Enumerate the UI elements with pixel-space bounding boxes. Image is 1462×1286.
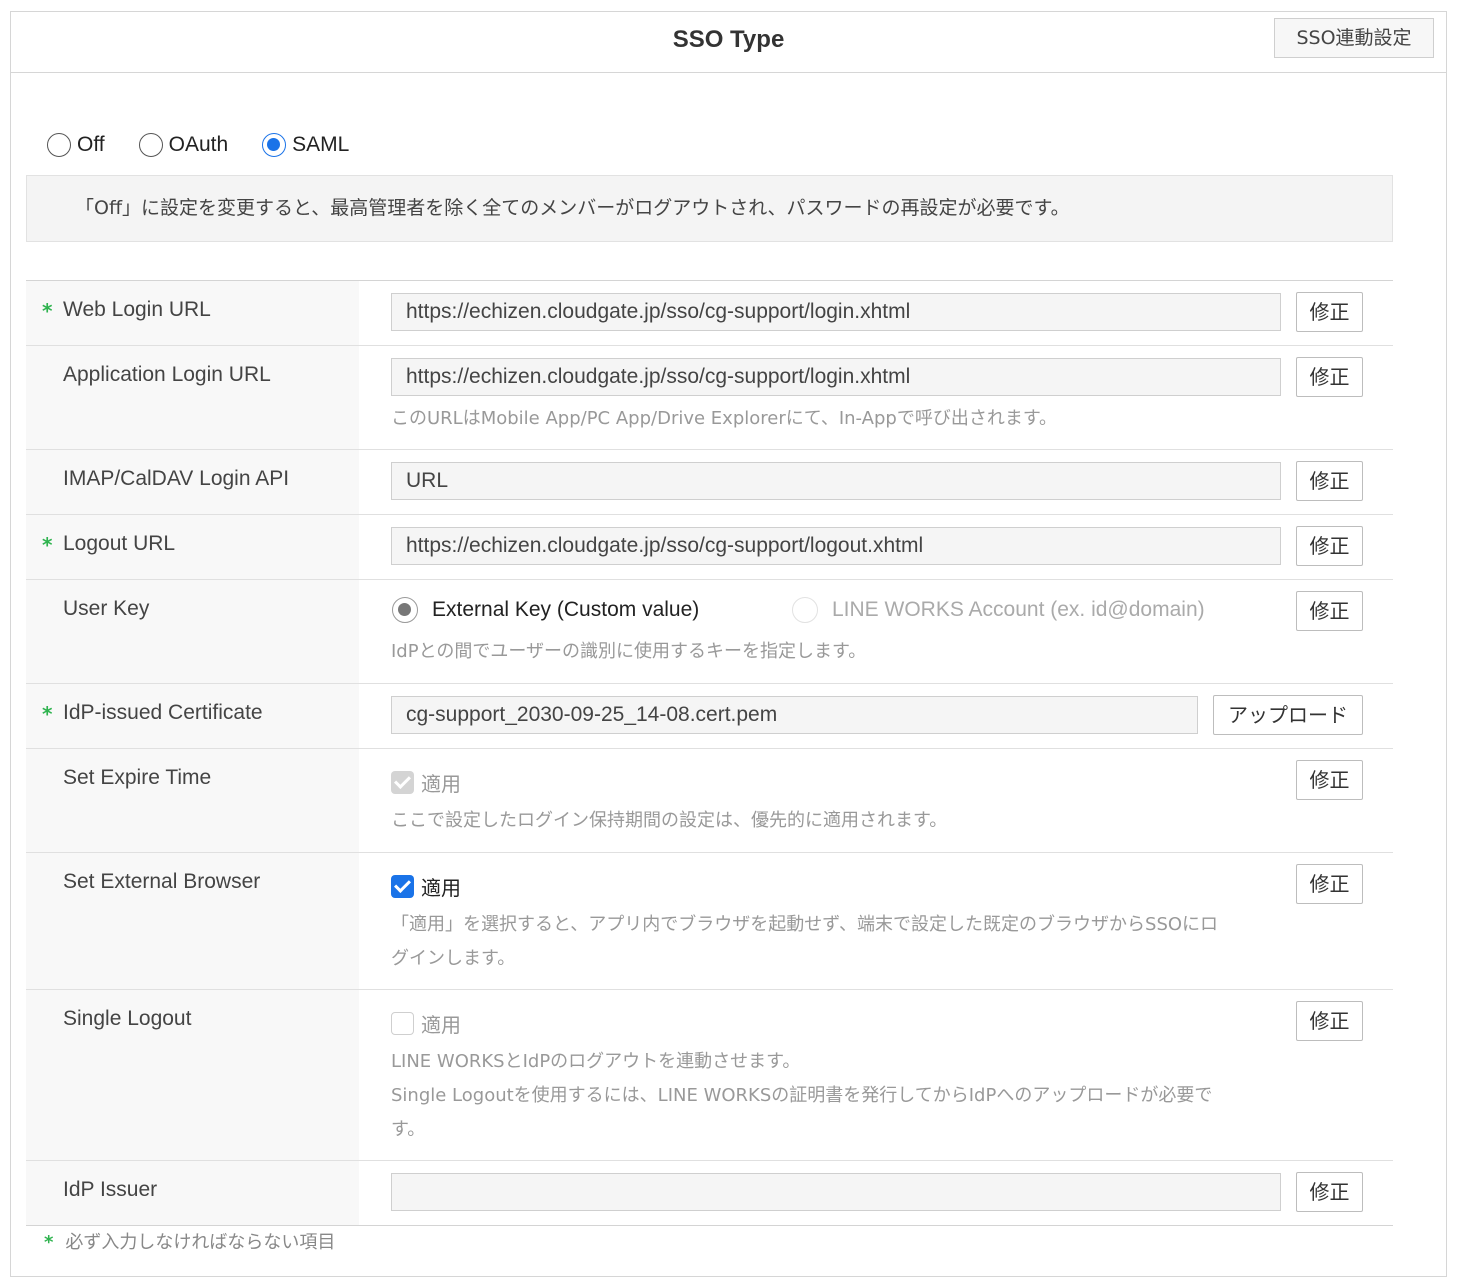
set-external-browser-check-label: 適用 [421, 876, 461, 900]
idp-certificate-label: IdP-issued Certificate [63, 701, 263, 724]
single-logout-label: Single Logout [63, 1007, 192, 1030]
saml-settings-form: * Web Login URL https://echizen.cloudgat… [26, 280, 1393, 1226]
user-key-external-label: External Key (Custom value) [432, 598, 700, 621]
sso-type-oauth-label: OAuth [168, 133, 229, 156]
single-logout-help-line2: Single Logoutを使用するには、LINE WORKSの証明書を発行して… [391, 1085, 1213, 1106]
row-single-logout: Single Logout 適用 修正 LINE WORKSとIdPのログアウト… [26, 990, 1393, 1161]
web-login-url-label: Web Login URL [63, 298, 211, 321]
certificate-upload-button[interactable]: アップロード [1213, 695, 1363, 735]
user-key-lineworks-option[interactable]: LINE WORKS Account (ex. id@domain) [792, 597, 1205, 623]
sso-type-off-option[interactable]: Off [47, 133, 105, 157]
application-login-url-help: このURLはMobile App/PC App/Drive Explorerにて… [391, 408, 1058, 429]
row-idp-certificate: * IdP-issued Certificate cg-support_2030… [26, 684, 1393, 749]
single-logout-help-line3: す。 [391, 1119, 426, 1140]
required-field-footnote-text: 必ず入力しなければならない項目 [65, 1232, 336, 1253]
sso-settings-panel: SSO Type SSO連動設定 Off OAuth SAML 「Off」に設定… [10, 11, 1447, 1277]
row-user-key: User Key External Key (Custom value) LIN… [26, 580, 1393, 684]
set-expire-time-check-label: 適用 [421, 772, 461, 796]
row-idp-issuer: IdP Issuer 修正 [26, 1161, 1393, 1226]
radio-saml[interactable] [262, 133, 287, 157]
page-title: SSO Type [672, 26, 785, 53]
set-external-browser-label: Set External Browser [63, 870, 261, 893]
user-key-external-option[interactable]: External Key (Custom value) [392, 597, 699, 623]
radio-lineworks-account[interactable] [792, 597, 818, 623]
row-set-external-browser: Set External Browser 適用 修正 「適用」を選択すると、アプ… [26, 853, 1393, 990]
row-web-login-url: * Web Login URL https://echizen.cloudgat… [26, 281, 1393, 346]
checkbox-checked[interactable] [391, 875, 414, 898]
set-external-browser-help-line1: 「適用」を選択すると、アプリ内でブラウザを起動せず、端末で設定した既定のブラウザ… [391, 914, 1219, 935]
logout-url-input[interactable]: https://echizen.cloudgate.jp/sso/cg-supp… [391, 527, 1281, 565]
panel-header: SSO Type SSO連動設定 [11, 12, 1446, 73]
logout-url-label: Logout URL [63, 532, 176, 555]
required-mark: * [44, 1232, 54, 1253]
logout-url-edit-button[interactable]: 修正 [1296, 526, 1363, 566]
imap-caldav-login-api-edit-button[interactable]: 修正 [1296, 461, 1363, 501]
checkbox-unchecked[interactable] [391, 1012, 414, 1035]
set-external-browser-edit-button[interactable]: 修正 [1296, 864, 1363, 904]
user-key-help: IdPとの間でユーザーの識別に使用するキーを指定します。 [391, 641, 867, 662]
idp-issuer-label: IdP Issuer [63, 1178, 158, 1201]
idp-certificate-input[interactable]: cg-support_2030-09-25_14-08.cert.pem [391, 696, 1198, 734]
row-set-expire-time: Set Expire Time 適用 修正 ここで設定したログイン保持期間の設定… [26, 749, 1393, 853]
user-key-edit-button[interactable]: 修正 [1296, 591, 1363, 631]
idp-issuer-input[interactable] [391, 1173, 1281, 1211]
imap-caldav-login-api-label: IMAP/CalDAV Login API [63, 467, 290, 490]
required-mark: * [42, 299, 53, 323]
web-login-url-edit-button[interactable]: 修正 [1296, 292, 1363, 332]
row-logout-url: * Logout URL https://echizen.cloudgate.j… [26, 515, 1393, 580]
set-expire-time-checkbox[interactable]: 適用 [391, 768, 461, 797]
sso-type-saml-label: SAML [292, 133, 350, 156]
application-login-url-edit-button[interactable]: 修正 [1296, 357, 1363, 397]
row-application-login-url: Application Login URL https://echizen.cl… [26, 346, 1393, 450]
sso-type-radio-group: Off OAuth SAML [47, 130, 383, 160]
imap-caldav-login-api-input[interactable]: URL [391, 462, 1281, 500]
set-expire-time-label: Set Expire Time [63, 766, 212, 789]
row-imap-caldav-login-api: IMAP/CalDAV Login API URL 修正 [26, 450, 1393, 515]
single-logout-checkbox[interactable]: 適用 [391, 1009, 461, 1038]
user-key-lineworks-label: LINE WORKS Account (ex. id@domain) [832, 598, 1205, 621]
required-mark: * [42, 702, 53, 726]
single-logout-help-line1: LINE WORKSとIdPのログアウトを連動させます。 [391, 1051, 801, 1072]
sso-type-off-label: Off [77, 133, 105, 156]
sso-type-oauth-option[interactable]: OAuth [138, 133, 229, 157]
checkbox-disabled-checked[interactable] [391, 771, 414, 794]
required-field-footnote: * 必ず入力しなければならない項目 [44, 1228, 335, 1254]
set-external-browser-checkbox[interactable]: 適用 [391, 872, 461, 901]
set-expire-time-help: ここで設定したログイン保持期間の設定は、優先的に適用されます。 [391, 810, 948, 831]
single-logout-edit-button[interactable]: 修正 [1296, 1001, 1363, 1041]
application-login-url-input[interactable]: https://echizen.cloudgate.jp/sso/cg-supp… [391, 358, 1281, 396]
single-logout-check-label: 適用 [421, 1013, 461, 1037]
web-login-url-input[interactable]: https://echizen.cloudgate.jp/sso/cg-supp… [391, 293, 1281, 331]
application-login-url-label: Application Login URL [63, 363, 271, 386]
set-expire-time-edit-button[interactable]: 修正 [1296, 760, 1363, 800]
radio-external-key[interactable] [392, 597, 418, 623]
required-mark: * [42, 533, 53, 557]
sso-integration-settings-button[interactable]: SSO連動設定 [1274, 18, 1434, 58]
idp-issuer-edit-button[interactable]: 修正 [1296, 1172, 1363, 1212]
off-warning-notice: 「Off」に設定を変更すると、最高管理者を除く全てのメンバーがログアウトされ、パ… [26, 175, 1393, 242]
sso-type-saml-option[interactable]: SAML [262, 133, 349, 157]
radio-off[interactable] [47, 133, 71, 157]
set-external-browser-help-line2: グインします。 [391, 948, 516, 969]
user-key-label: User Key [63, 597, 150, 620]
radio-oauth[interactable] [138, 133, 163, 157]
